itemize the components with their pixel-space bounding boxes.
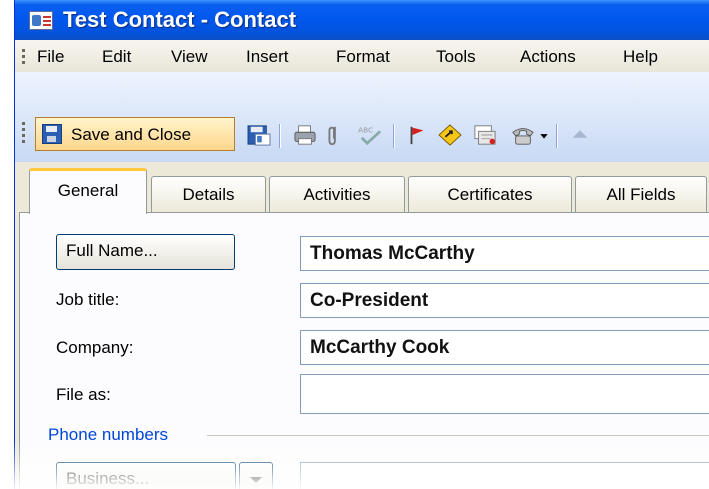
toolbar-separator [556, 124, 558, 148]
full-name-button[interactable]: Full Name... [56, 234, 235, 270]
svg-text:ABC: ABC [358, 125, 373, 134]
menu-bar: File Edit View Insert Format Tools Actio… [15, 40, 709, 72]
company-input[interactable]: McCarthy Cook [300, 330, 709, 365]
title-bar[interactable]: Test Contact - Contact [15, 0, 709, 40]
chevron-down-icon [250, 477, 262, 483]
toolbar-separator [393, 124, 395, 148]
window-title: Test Contact - Contact [63, 7, 297, 32]
save-and-close-button[interactable]: Save and Close [35, 117, 235, 151]
menu-help[interactable]: Help [623, 47, 658, 67]
previous-item-icon[interactable] [569, 124, 591, 146]
paperclip-icon[interactable] [326, 124, 342, 146]
section-divider [207, 435, 709, 436]
tab-details[interactable]: Details [151, 176, 266, 213]
menu-insert[interactable]: Insert [246, 47, 289, 67]
follow-up-flag-icon[interactable] [406, 124, 428, 146]
save-as-card-icon[interactable] [246, 124, 272, 146]
menu-actions[interactable]: Actions [520, 47, 576, 67]
toolbar-grip-icon[interactable] [22, 122, 25, 146]
save-and-close-label: Save and Close [71, 125, 192, 144]
phone-type-dropdown[interactable] [239, 462, 273, 489]
print-icon[interactable] [292, 124, 318, 146]
business-phone-input[interactable] [300, 462, 709, 489]
menu-view[interactable]: View [171, 47, 208, 67]
menu-edit[interactable]: Edit [102, 47, 131, 67]
toolbar-separator [279, 124, 281, 148]
go-to-icon[interactable] [436, 124, 464, 146]
tab-all-fields[interactable]: All Fields [575, 176, 707, 213]
tab-activities[interactable]: Activities [269, 176, 405, 213]
menu-file[interactable]: File [37, 47, 64, 67]
tab-certificates[interactable]: Certificates [408, 176, 572, 213]
job-title-input[interactable]: Co-President [300, 283, 709, 318]
dial-dropdown-arrow-icon[interactable] [539, 124, 549, 146]
company-label: Company: [56, 338, 134, 357]
phone-numbers-heading: Phone numbers [48, 425, 169, 444]
full-name-input[interactable]: Thomas McCarthy [300, 236, 709, 271]
contact-window: Test Contact - Contact File Edit View In… [14, 0, 709, 489]
business-phone-button[interactable]: Business... [56, 462, 236, 489]
file-as-input[interactable] [300, 374, 709, 414]
save-disk-icon [42, 124, 62, 144]
tab-general[interactable]: General [29, 168, 147, 214]
standard-toolbar: Save and Close ABC [15, 72, 709, 245]
address-card-icon[interactable] [471, 124, 499, 146]
job-title-label: Job title: [56, 290, 120, 309]
contact-card-icon [29, 11, 53, 30]
menubar-grip-icon[interactable] [22, 49, 25, 67]
dial-phone-icon[interactable] [509, 124, 537, 146]
file-as-label: File as: [56, 385, 111, 404]
menu-format[interactable]: Format [336, 47, 390, 67]
spelling-check-icon[interactable]: ABC [355, 124, 385, 146]
menu-tools[interactable]: Tools [436, 47, 476, 67]
